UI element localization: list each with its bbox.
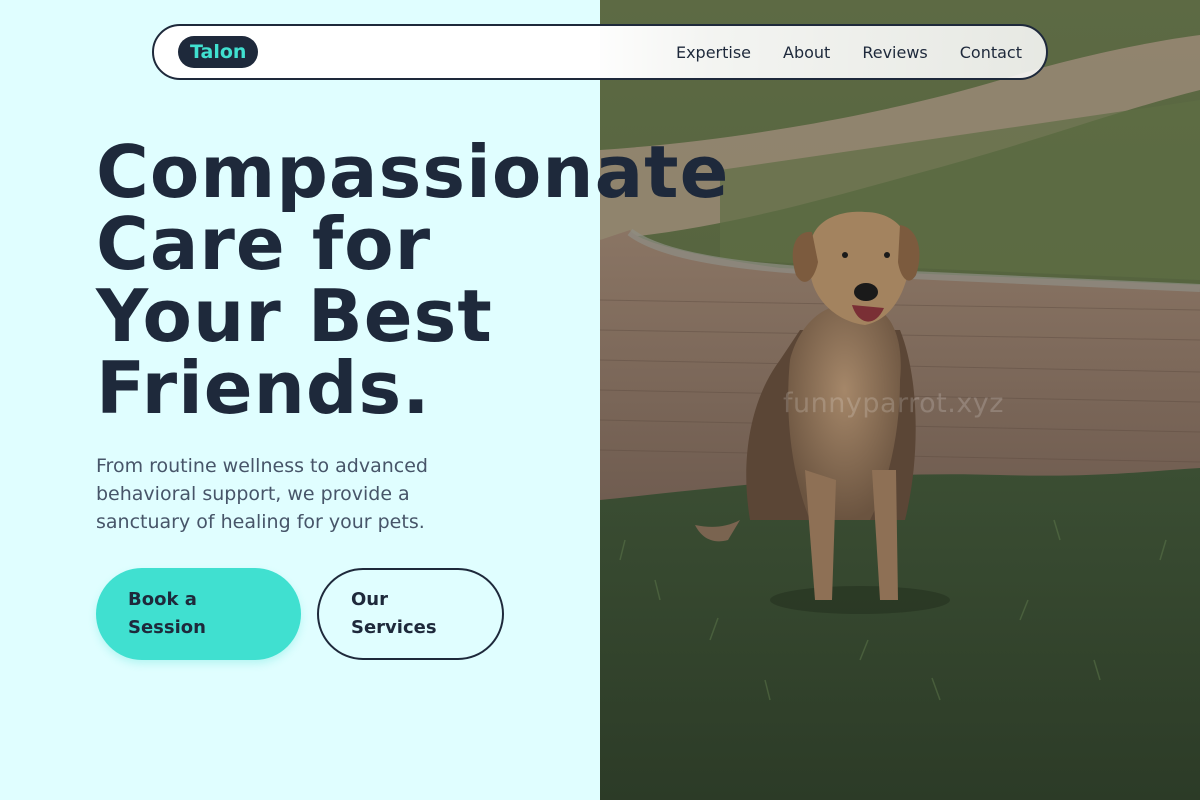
nav-link-contact[interactable]: Contact [960,43,1022,62]
headline-line-1: Compassionate [96,130,730,214]
brand-logo[interactable]: Talon [178,36,259,68]
headline-line-3: Your Best [96,274,493,358]
hero-headline: Compassionate Care for Your Best Friends… [96,136,729,424]
our-services-label: Our Services [351,589,437,638]
book-session-button[interactable]: Book a Session [96,568,301,660]
nav-link-about[interactable]: About [783,43,830,62]
headline-line-4: Friends. [96,346,431,430]
nav-link-reviews[interactable]: Reviews [862,43,927,62]
book-session-label: Book a Session [128,589,206,638]
nav-links: Expertise About Reviews Contact [676,26,1022,78]
photo-watermark: funnyparrot.xyz [783,388,1004,419]
our-services-button[interactable]: Our Services [317,568,504,660]
top-navigation: Talon Expertise About Reviews Contact [152,24,1048,80]
nav-link-expertise[interactable]: Expertise [676,43,751,62]
hero-subtext: From routine wellness to advanced behavi… [96,455,428,533]
headline-line-2: Care for [96,202,432,286]
